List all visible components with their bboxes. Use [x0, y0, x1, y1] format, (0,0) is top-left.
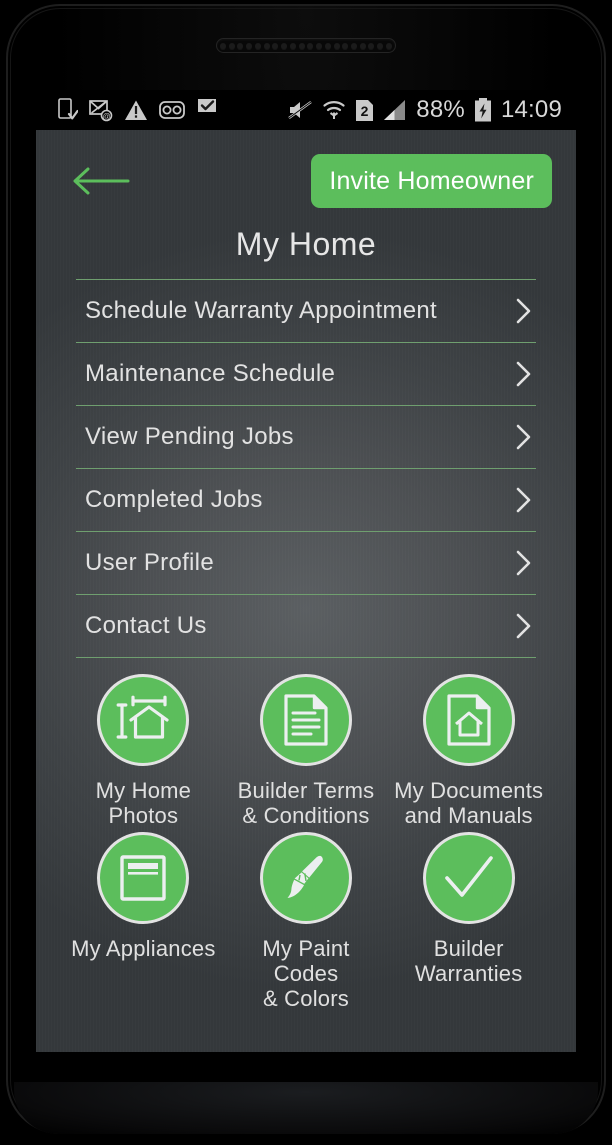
tile-icon-circle	[97, 832, 190, 924]
mute-icon	[288, 101, 313, 119]
menu-item-contact-us[interactable]: Contact Us	[76, 595, 536, 658]
menu-item-maintenance-schedule[interactable]: Maintenance Schedule	[76, 343, 536, 406]
page-title: My Home	[235, 226, 377, 262]
battery-percent-label: 88%	[416, 96, 465, 123]
tile-icon-circle	[422, 832, 515, 924]
tile-label: My Home Photos	[95, 778, 192, 828]
voicemail-icon	[159, 101, 185, 119]
document-lines-icon	[284, 694, 328, 746]
tile-label: My Appliances	[71, 936, 216, 961]
svg-text:2: 2	[361, 103, 369, 119]
menu-list: Schedule Warranty Appointment Maintenanc…	[76, 279, 536, 658]
tile-label: Builder Warranties	[414, 936, 523, 986]
phone-bottom-chin	[14, 1082, 598, 1134]
tile-icon-circle	[259, 674, 352, 766]
chevron-right-icon	[516, 487, 531, 513]
menu-item-view-pending-jobs[interactable]: View Pending Jobs	[76, 406, 536, 469]
email-at-icon: @	[89, 100, 113, 122]
menu-item-label: Maintenance Schedule	[85, 360, 336, 387]
tile-builder-warranties[interactable]: Builder Warranties	[387, 832, 550, 1011]
menu-item-label: Schedule Warranty Appointment	[85, 297, 438, 324]
tile-my-appliances[interactable]: My Appliances	[62, 832, 225, 1011]
chevron-right-icon	[516, 613, 531, 639]
menu-item-label: User Profile	[85, 549, 214, 576]
document-house-icon	[447, 694, 491, 746]
back-arrow-icon[interactable]	[72, 166, 130, 196]
appliance-window-icon	[120, 855, 167, 901]
tile-label: My Documents and Manuals	[394, 778, 544, 828]
tile-icon-circle	[422, 674, 515, 766]
chevron-right-icon	[516, 550, 531, 576]
app-screen: Invite Homeowner My Home Schedule Warran…	[36, 130, 576, 1052]
app-install-icon	[58, 98, 78, 120]
clock-label: 14:09	[500, 96, 562, 123]
paint-brush-icon	[287, 855, 323, 898]
menu-item-label: Contact Us	[85, 612, 207, 639]
shortcut-grid: My Home Photos Builder Terms & Condition…	[62, 674, 550, 1011]
tile-my-paint-codes-colors[interactable]: My Paint Codes & Colors	[225, 832, 388, 1011]
menu-item-schedule-warranty-appointment[interactable]: Schedule Warranty Appointment	[76, 280, 536, 343]
app-header: Invite Homeowner	[36, 130, 576, 216]
tile-label: Builder Terms & Conditions	[237, 778, 375, 828]
tile-builder-terms-conditions[interactable]: Builder Terms & Conditions	[225, 674, 388, 828]
battery-charging-icon	[474, 98, 491, 122]
menu-item-label: Completed Jobs	[85, 486, 263, 513]
phone-device: @ 2 88% 14:09 Invite Homeowner My Home S…	[0, 0, 612, 1145]
tile-icon-circle	[97, 674, 190, 766]
menu-item-user-profile[interactable]: User Profile	[76, 532, 536, 595]
warning-triangle-icon	[125, 100, 147, 120]
status-bar-right-icons: 2 88% 14:09	[287, 96, 562, 124]
flag-check-icon	[198, 99, 216, 121]
svg-text:@: @	[102, 112, 110, 121]
chevron-right-icon	[516, 424, 531, 450]
checkmark-icon	[444, 856, 493, 897]
earpiece-speaker	[216, 38, 396, 53]
invite-homeowner-button[interactable]: Invite Homeowner	[311, 154, 552, 208]
chevron-right-icon	[516, 298, 531, 324]
sim-2-icon: 2	[356, 99, 374, 121]
tile-my-home-photos[interactable]: My Home Photos	[62, 674, 225, 828]
tile-my-documents-and-manuals[interactable]: My Documents and Manuals	[387, 674, 550, 828]
menu-item-completed-jobs[interactable]: Completed Jobs	[76, 469, 536, 532]
tile-label: My Paint Codes & Colors	[262, 936, 350, 1011]
menu-item-label: View Pending Jobs	[85, 423, 294, 450]
status-bar: @ 2 88% 14:09	[36, 90, 576, 130]
house-measure-icon	[116, 695, 169, 739]
status-bar-left-icons: @	[58, 98, 218, 122]
wifi-icon	[323, 101, 345, 119]
chevron-right-icon	[516, 361, 531, 387]
tile-icon-circle	[259, 832, 352, 924]
signal-bars-icon	[384, 100, 406, 120]
